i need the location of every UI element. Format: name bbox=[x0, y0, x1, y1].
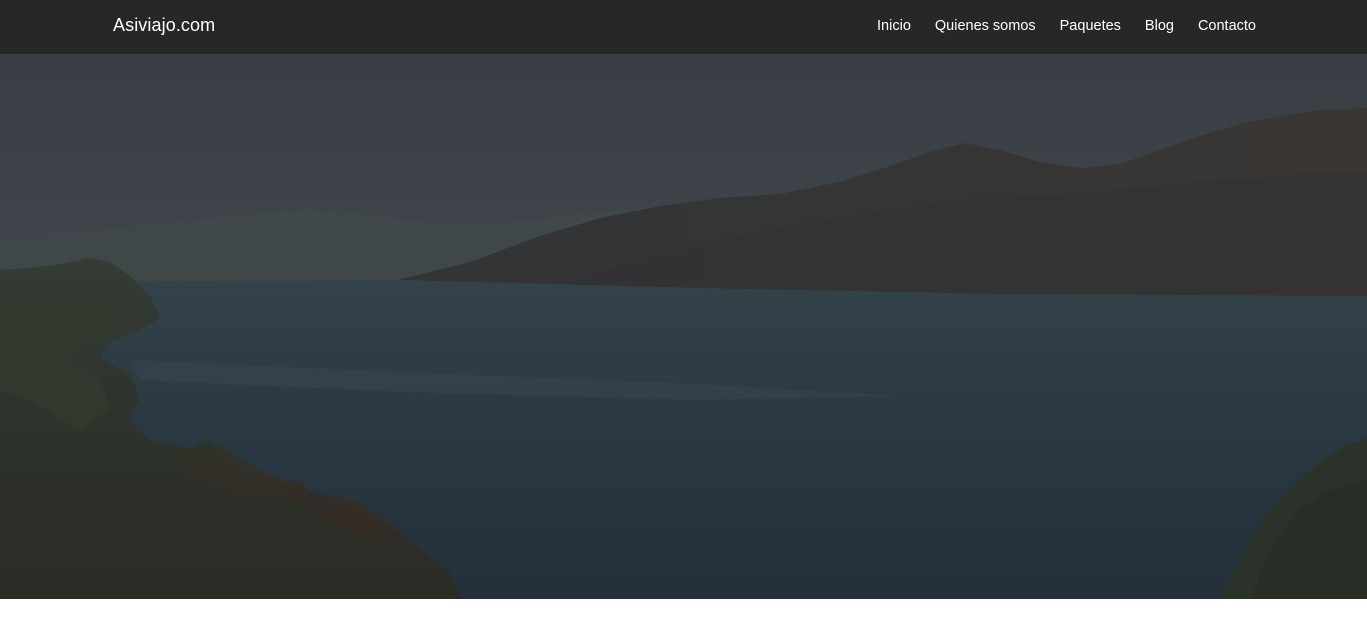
nav-link-blog[interactable]: Blog bbox=[1145, 18, 1174, 34]
nav-link-paquetes[interactable]: Paquetes bbox=[1060, 18, 1121, 34]
nav-menu: Inicio Quienes somos Paquetes Blog Conta… bbox=[853, 15, 1256, 37]
nav-item-contacto: Contacto bbox=[1198, 15, 1256, 37]
nav-link-inicio[interactable]: Inicio bbox=[877, 18, 911, 34]
nav-item-inicio: Inicio bbox=[877, 15, 911, 37]
brand-logo-link[interactable]: Asiviajo.com bbox=[113, 13, 215, 37]
nav-item-paquetes: Paquetes bbox=[1060, 15, 1121, 37]
hero-landscape-image bbox=[0, 0, 1367, 599]
top-navbar: Asiviajo.com Inicio Quienes somos Paquet… bbox=[0, 0, 1367, 54]
nav-link-quienes-somos[interactable]: Quienes somos bbox=[935, 18, 1036, 34]
nav-item-blog: Blog bbox=[1145, 15, 1174, 37]
nav-item-quienes-somos: Quienes somos bbox=[935, 15, 1036, 37]
page: Asiviajo.com Inicio Quienes somos Paquet… bbox=[0, 0, 1367, 633]
hero-banner bbox=[0, 0, 1367, 599]
nav-link-contacto[interactable]: Contacto bbox=[1198, 18, 1256, 34]
content-area bbox=[0, 599, 1367, 633]
